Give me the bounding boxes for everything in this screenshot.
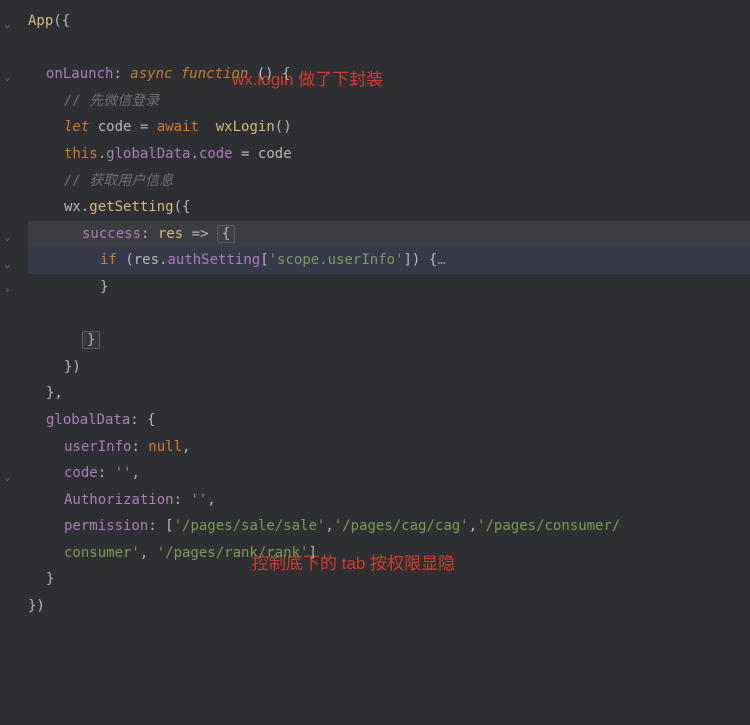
fold-marker[interactable]: ⌄	[4, 67, 11, 88]
code-line[interactable]: }	[28, 274, 750, 301]
code-line-selected[interactable]: if (res.authSetting['scope.userInfo']) {…	[28, 247, 750, 274]
code-line[interactable]: onLaunch: async function () {	[28, 61, 750, 88]
code-line[interactable]: App({	[28, 8, 750, 35]
fold-marker[interactable]: ⌄	[4, 14, 11, 35]
fold-ellipsis[interactable]: …	[437, 252, 445, 268]
fold-marker[interactable]: ⌄	[4, 254, 11, 275]
code-line[interactable]: })	[28, 593, 750, 620]
code-line[interactable]: globalData: {	[28, 407, 750, 434]
code-line[interactable]: // 获取用户信息	[28, 168, 750, 195]
code-line[interactable]: consumer', '/pages/rank/rank']	[28, 540, 750, 567]
code-line[interactable]: }	[28, 566, 750, 593]
code-line[interactable]: wx.getSetting({	[28, 194, 750, 221]
fold-marker[interactable]: ⌄	[4, 467, 11, 488]
code-line[interactable]	[28, 35, 750, 62]
code-line[interactable]: this.globalData.code = code	[28, 141, 750, 168]
code-line[interactable]: Authorization: '',	[28, 487, 750, 514]
code-line[interactable]	[28, 301, 750, 328]
code-line[interactable]: })	[28, 354, 750, 381]
code-line[interactable]: }	[28, 327, 750, 354]
code-line[interactable]: userInfo: null,	[28, 434, 750, 461]
fold-marker[interactable]: ›	[4, 280, 11, 301]
code-line[interactable]: // 先微信登录	[28, 88, 750, 115]
code-line[interactable]: permission: ['/pages/sale/sale','/pages/…	[28, 513, 750, 540]
code-line[interactable]: code: '',	[28, 460, 750, 487]
fold-marker[interactable]: ⌄	[4, 227, 11, 248]
brace-match: }	[82, 331, 100, 349]
code-line-highlighted[interactable]: success: res => {	[28, 221, 750, 248]
code-line[interactable]: let code = await wxLogin()	[28, 114, 750, 141]
brace-match: {	[217, 225, 235, 243]
code-editor[interactable]: wx.login 做了下封装 控制底下的 tab 按权限显隐 ⌄ ⌄ ⌄ ⌄ ›…	[0, 0, 750, 628]
code-line[interactable]: },	[28, 380, 750, 407]
